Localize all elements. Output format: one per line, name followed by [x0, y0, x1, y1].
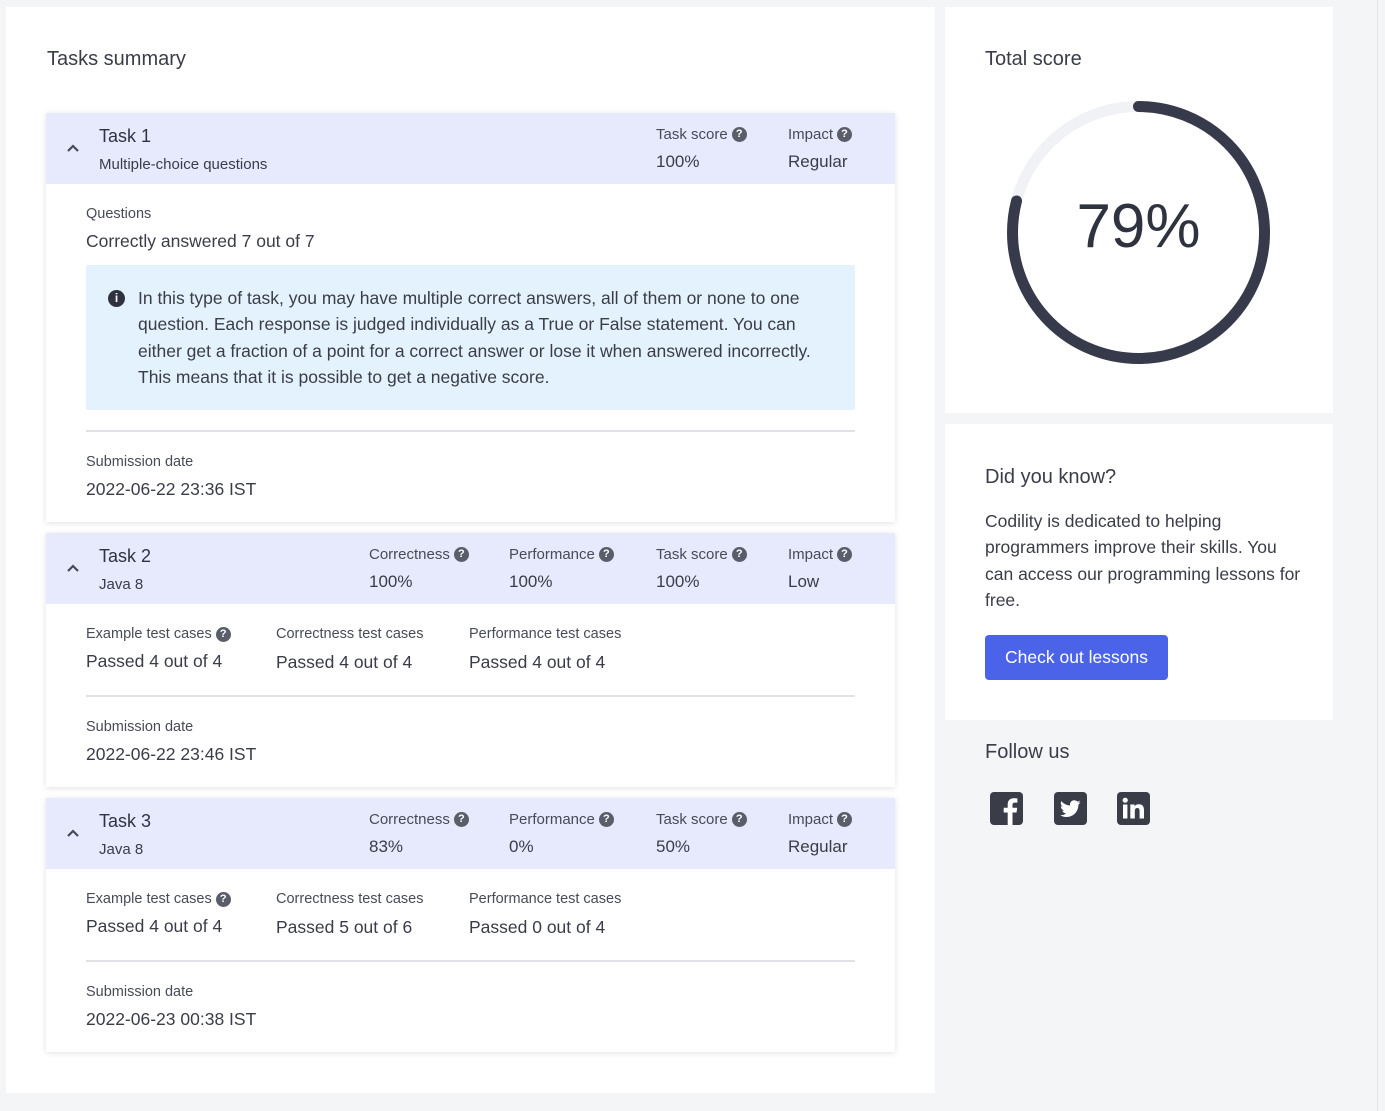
task-header[interactable]: Task 2 Java 8 Correctness? 100% Performa… [46, 533, 895, 604]
metric-value: 0% [509, 837, 534, 856]
help-icon[interactable]: ? [731, 811, 747, 827]
metric-value: 83% [369, 837, 404, 856]
metric-label: Impact [788, 545, 834, 563]
info-icon: i [108, 290, 125, 307]
metric-performance: Performance? 0% [509, 809, 614, 857]
case-label: Correctness test cases [276, 891, 424, 907]
metric-label: Impact [788, 810, 834, 828]
help-icon[interactable]: ? [453, 546, 469, 562]
help-icon[interactable]: ? [215, 626, 231, 642]
metric-label: Correctness [369, 810, 450, 828]
info-text: In this type of task, you may have multi… [138, 288, 811, 387]
task-subtitle: Java 8 [99, 576, 144, 593]
submission-date-label: Submission date [86, 719, 194, 735]
total-score-card: Total score 79% [945, 7, 1333, 413]
metric-impact: Impact? Regular [788, 124, 853, 172]
metric-value: 100% [656, 152, 700, 171]
task-subtitle: Java 8 [99, 841, 144, 858]
help-icon[interactable]: ? [598, 546, 614, 562]
case-value: Passed 4 out of 4 [86, 651, 223, 671]
metric-value: Regular [788, 152, 848, 171]
did-you-know-card: Did you know? Codility is dedicated to h… [945, 424, 1333, 720]
follow-us-title: Follow us [985, 741, 1070, 763]
metric-value: 50% [656, 837, 691, 856]
case-label: Performance test cases [469, 626, 622, 642]
metric-label: Impact [788, 125, 834, 143]
submission-date-value: 2022-06-23 00:38 IST [86, 1009, 257, 1029]
scrollbar[interactable] [1377, 0, 1385, 1111]
help-icon[interactable]: ? [837, 811, 853, 827]
divider [86, 695, 855, 697]
metric-label: Correctness [369, 545, 450, 563]
case-label: Performance test cases [469, 891, 622, 907]
questions-value: Correctly answered 7 out of 7 [86, 231, 315, 251]
case-label: Example test cases [86, 891, 212, 907]
task-card-1: Task 1 Multiple-choice questions Task sc… [46, 113, 895, 522]
task-header[interactable]: Task 3 Java 8 Correctness? 83% Performan… [46, 798, 895, 869]
metric-value: Regular [788, 837, 848, 856]
case-value: Passed 4 out of 4 [469, 652, 606, 672]
submission-date-label: Submission date [86, 984, 194, 1000]
metric-label: Performance [509, 810, 595, 828]
metric-task-score: Task score? 100% [656, 544, 747, 592]
task-name: Task 1 [99, 126, 152, 146]
help-icon[interactable]: ? [731, 546, 747, 562]
chevron-up-icon[interactable] [66, 826, 80, 840]
task-subtitle: Multiple-choice questions [99, 156, 268, 173]
info-box: i In this type of task, you may have mul… [86, 265, 855, 410]
total-score-title: Total score [985, 48, 1082, 70]
questions-label: Questions [86, 206, 152, 222]
divider [86, 430, 855, 432]
task-name: Task 3 [99, 811, 152, 831]
did-you-know-text: Codility is dedicated to helping program… [985, 511, 1301, 610]
case-label: Example test cases [86, 626, 212, 642]
facebook-icon[interactable] [989, 791, 1024, 826]
did-you-know-title: Did you know? [985, 466, 1117, 488]
tasks-summary-title: Tasks summary [47, 48, 186, 70]
help-icon[interactable]: ? [598, 811, 614, 827]
metric-impact: Impact? Low [788, 544, 853, 592]
help-icon[interactable]: ? [837, 546, 853, 562]
submission-date-value: 2022-06-22 23:46 IST [86, 744, 257, 764]
metric-task-score: Task score? 100% [656, 124, 747, 172]
help-icon[interactable]: ? [215, 891, 231, 907]
metric-performance: Performance? 100% [509, 544, 614, 592]
case-value: Passed 4 out of 4 [276, 652, 413, 672]
metric-value: 100% [509, 572, 553, 591]
check-out-lessons-button[interactable]: Check out lessons [985, 635, 1168, 680]
task-name: Task 2 [99, 546, 152, 566]
submission-date-value: 2022-06-22 23:36 IST [86, 479, 257, 499]
submission-date-label: Submission date [86, 454, 194, 470]
case-value: Passed 0 out of 4 [469, 917, 606, 937]
linkedin-icon[interactable] [1116, 791, 1151, 826]
metric-task-score: Task score? 50% [656, 809, 747, 857]
help-icon[interactable]: ? [453, 811, 469, 827]
metric-correctness: Correctness? 100% [369, 544, 469, 592]
metric-value: 100% [656, 572, 700, 591]
metric-value: 100% [369, 572, 413, 591]
tasks-summary-panel: Tasks summary Task 1 Multiple-choice que… [6, 7, 935, 1093]
twitter-icon[interactable] [1053, 791, 1088, 826]
chevron-up-icon[interactable] [66, 561, 80, 575]
case-value: Passed 5 out of 6 [276, 917, 413, 937]
task-card-3: Task 3 Java 8 Correctness? 83% Performan… [46, 798, 895, 1052]
help-icon[interactable]: ? [731, 126, 747, 142]
metric-correctness: Correctness? 83% [369, 809, 469, 857]
total-score-value: 79% [1076, 192, 1201, 261]
help-icon[interactable]: ? [837, 126, 853, 142]
metric-value: Low [788, 572, 820, 591]
chevron-up-icon[interactable] [66, 141, 80, 155]
task-header[interactable]: Task 1 Multiple-choice questions Task sc… [46, 113, 895, 184]
metric-label: Task score [656, 545, 728, 563]
metric-impact: Impact? Regular [788, 809, 853, 857]
metric-label: Task score [656, 810, 728, 828]
case-label: Correctness test cases [276, 626, 424, 642]
case-value: Passed 4 out of 4 [86, 916, 223, 936]
task-card-2: Task 2 Java 8 Correctness? 100% Performa… [46, 533, 895, 787]
metric-label: Performance [509, 545, 595, 563]
divider [86, 960, 855, 962]
metric-label: Task score [656, 125, 728, 143]
